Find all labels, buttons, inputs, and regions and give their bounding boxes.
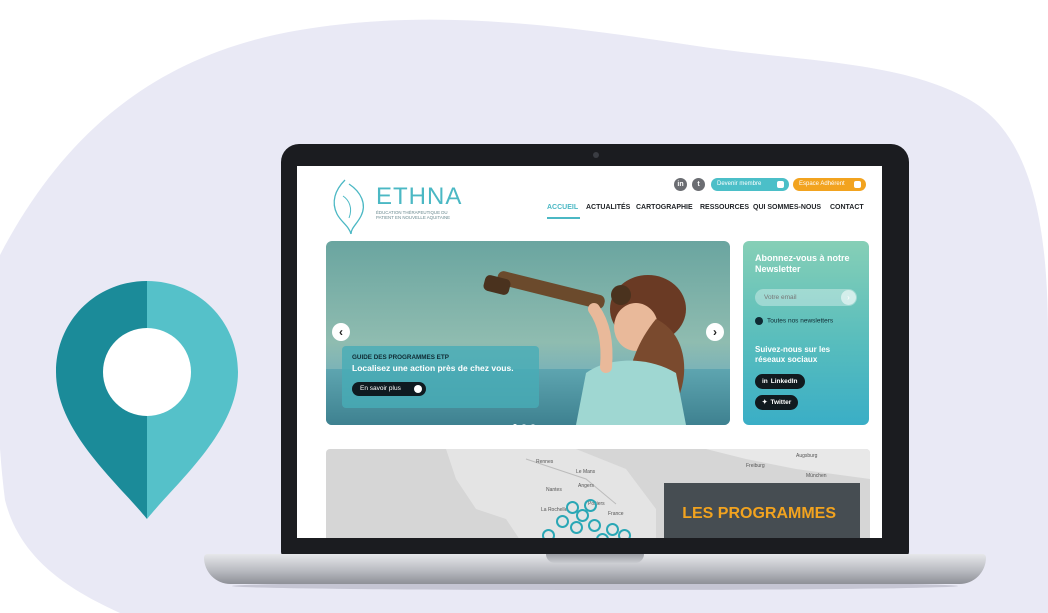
map-label: München <box>806 473 827 479</box>
map-marker-icon[interactable] <box>618 529 631 538</box>
hero-caption-text: Localisez une action près de chez vous. <box>352 363 514 373</box>
nav-ressources[interactable]: RESSOURCES <box>700 204 749 211</box>
map-marker-icon[interactable] <box>584 499 597 512</box>
become-member-button[interactable]: Devenir membre <box>711 178 789 191</box>
map-label: France <box>608 511 624 517</box>
slider-dot[interactable] <box>531 424 535 425</box>
logo-wordmark[interactable]: ETHNA <box>376 183 462 211</box>
webcam <box>593 152 599 158</box>
map-label: Nantes <box>546 487 562 493</box>
learn-more-button[interactable]: En savoir plus <box>352 382 426 396</box>
member-area-label: Espace Adhérent <box>799 181 845 187</box>
newsletter-panel: Abonnez-vous à notre Newsletter › Toutes… <box>743 241 869 425</box>
become-member-label: Devenir membre <box>717 181 762 187</box>
linkedin-label: LinkedIn <box>770 378 798 385</box>
slider-next-button[interactable]: › <box>706 323 724 341</box>
twitter-icon: ✦ <box>762 399 768 406</box>
linkedin-icon: in <box>762 378 768 385</box>
map-label: Freiburg <box>746 463 765 469</box>
map-marker-icon[interactable] <box>542 529 555 538</box>
logo-subtitle: Éducation thérapeutique du patient en No… <box>376 210 451 220</box>
map-pin-icon <box>56 281 238 519</box>
slider-dots <box>513 415 540 425</box>
hero-caption: GUIDE DES PROGRAMMES ETP Localisez une a… <box>342 346 539 408</box>
twitter-label: Twitter <box>770 399 792 406</box>
main-nav: ACCUEIL ACTUALITÉS CARTOGRAPHIE RESSOURC… <box>547 204 877 216</box>
map-label: Rennes <box>536 459 554 465</box>
programmes-box[interactable]: LES PROGRAMMES <box>664 483 860 538</box>
map-label: Angers <box>578 483 594 489</box>
programmes-map[interactable]: Rennes Le Mans Nantes Angers Poitiers La… <box>326 449 870 538</box>
hero-slider[interactable]: ‹ › GUIDE DES PROGRAMMES ETP Localisez u… <box>326 241 730 425</box>
map-marker-icon[interactable] <box>570 521 583 534</box>
user-add-icon <box>777 181 784 188</box>
hero-caption-title: GUIDE DES PROGRAMMES ETP <box>352 354 449 361</box>
member-area-button[interactable]: Espace Adhérent <box>793 178 866 191</box>
nav-accueil[interactable]: ACCUEIL <box>547 204 578 211</box>
chevron-right-icon <box>414 385 422 393</box>
nav-contact[interactable]: CONTACT <box>830 204 864 211</box>
nav-actualites[interactable]: ACTUALITÉS <box>586 204 630 211</box>
laptop-screen: ETHNA Éducation thérapeutique du patient… <box>297 166 882 538</box>
programmes-title: LES PROGRAMMES <box>682 505 836 522</box>
slider-dot[interactable] <box>522 424 526 425</box>
all-newsletters-link[interactable]: Toutes nos newsletters <box>755 317 833 325</box>
linkedin-icon[interactable]: in <box>674 178 687 191</box>
lock-icon <box>854 181 861 188</box>
twitter-button[interactable]: ✦ Twitter <box>755 395 799 410</box>
slider-dot[interactable] <box>513 424 517 425</box>
map-label: Augsburg <box>796 453 818 459</box>
map-label: Le Mans <box>576 469 596 475</box>
linkedin-button[interactable]: in LinkedIn <box>755 374 805 389</box>
ethna-logo-icon <box>333 179 364 235</box>
arrow-circle-icon <box>755 317 763 325</box>
learn-more-label: En savoir plus <box>360 385 401 392</box>
map-marker-icon[interactable] <box>588 519 601 532</box>
subscribe-button[interactable]: › <box>841 290 856 305</box>
nav-cartographie[interactable]: CARTOGRAPHIE <box>636 204 693 211</box>
map-marker-icon[interactable] <box>556 515 569 528</box>
nav-qui-sommes-nous[interactable]: QUI SOMMES-NOUS <box>753 204 821 211</box>
slider-prev-button[interactable]: ‹ <box>332 323 350 341</box>
newsletter-title: Abonnez-vous à notre Newsletter <box>755 253 850 274</box>
all-newsletters-label: Toutes nos newsletters <box>767 317 834 325</box>
nav-active-indicator <box>547 217 580 219</box>
map-label: La Rochelle <box>541 507 568 513</box>
social-title: Suivez-nous sur les réseaux sociaux <box>755 345 831 364</box>
laptop-notch <box>546 554 644 563</box>
twitter-icon[interactable]: t <box>692 178 705 191</box>
